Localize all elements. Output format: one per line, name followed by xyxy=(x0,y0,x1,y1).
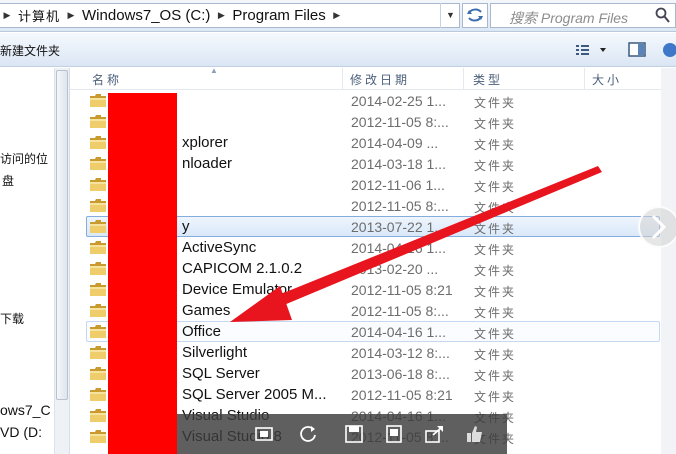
fit-screen-icon[interactable] xyxy=(253,423,275,445)
rotate-icon[interactable] xyxy=(297,423,319,445)
like-icon[interactable] xyxy=(463,423,485,445)
save-icon[interactable] xyxy=(343,423,365,445)
image-viewer-toolbar xyxy=(177,414,507,454)
share-icon[interactable] xyxy=(423,423,445,445)
chevron-right-icon xyxy=(651,214,667,240)
frame-icon[interactable] xyxy=(383,423,405,445)
annotation-arrow-head xyxy=(230,286,292,322)
next-image-button[interactable] xyxy=(638,206,676,248)
annotation-arrow xyxy=(230,166,602,322)
annotation-arrow-shaft xyxy=(266,166,602,310)
